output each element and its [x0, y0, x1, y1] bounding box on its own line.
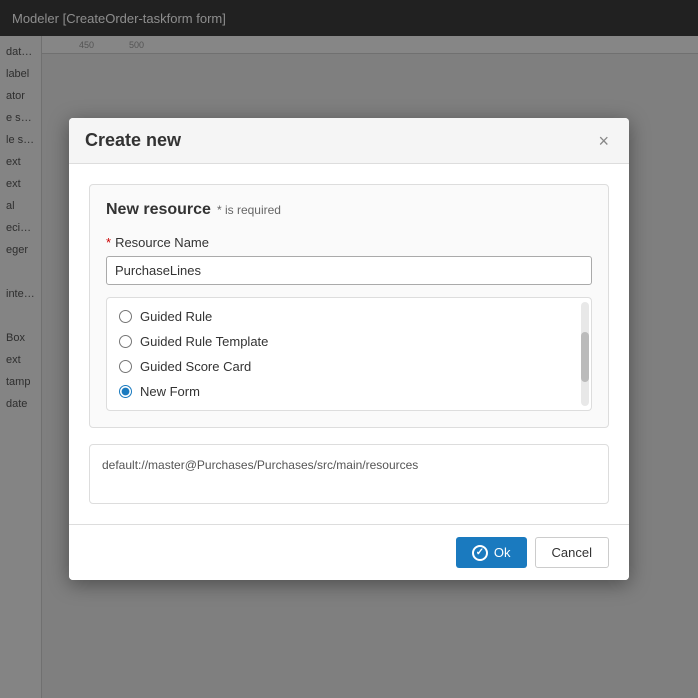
resource-name-label: * Resource Name — [106, 235, 592, 250]
resource-type-radio-group: Guided Rule Guided Rule Template Guided … — [106, 297, 592, 411]
radio-item-guided-rule[interactable]: Guided Rule — [107, 304, 591, 329]
radio-guided-rule-template[interactable] — [119, 335, 132, 348]
ok-button[interactable]: ✓ Ok — [456, 537, 527, 568]
radio-guided-score-card-label: Guided Score Card — [140, 359, 251, 374]
modal-title: Create new — [85, 130, 181, 151]
radio-item-guided-score-card[interactable]: Guided Score Card — [107, 354, 591, 379]
radio-item-guided-rule-template[interactable]: Guided Rule Template — [107, 329, 591, 354]
required-note: * is required — [217, 203, 281, 217]
radio-guided-rule-template-label: Guided Rule Template — [140, 334, 268, 349]
radio-new-form-label: New Form — [140, 384, 200, 399]
modal-footer: ✓ Ok Cancel — [69, 524, 629, 580]
field-asterisk: * — [106, 235, 111, 250]
radio-scrollbar-track — [581, 302, 589, 406]
modal-body: New resource * is required * Resource Na… — [69, 164, 629, 524]
modal-close-button[interactable]: × — [594, 132, 613, 150]
radio-guided-rule-label: Guided Rule — [140, 309, 212, 324]
modal-header: Create new × — [69, 118, 629, 164]
field-label-text: Resource Name — [115, 235, 209, 250]
new-resource-section: New resource * is required * Resource Na… — [89, 184, 609, 428]
resource-name-input[interactable] — [106, 256, 592, 285]
path-text: default://master@Purchases/Purchases/src… — [102, 458, 418, 472]
radio-guided-score-card[interactable] — [119, 360, 132, 373]
cancel-button[interactable]: Cancel — [535, 537, 609, 568]
path-display-box: default://master@Purchases/Purchases/src… — [89, 444, 609, 504]
ok-button-label: Ok — [494, 545, 511, 560]
section-title: New resource — [106, 201, 211, 219]
create-new-modal: Create new × New resource * is required … — [69, 118, 629, 580]
radio-scrollbar-thumb[interactable] — [581, 332, 589, 382]
radio-new-form[interactable] — [119, 385, 132, 398]
modal-overlay: Create new × New resource * is required … — [0, 0, 698, 698]
radio-item-new-form[interactable]: New Form — [107, 379, 591, 404]
radio-guided-rule[interactable] — [119, 310, 132, 323]
ok-icon: ✓ — [472, 545, 488, 561]
